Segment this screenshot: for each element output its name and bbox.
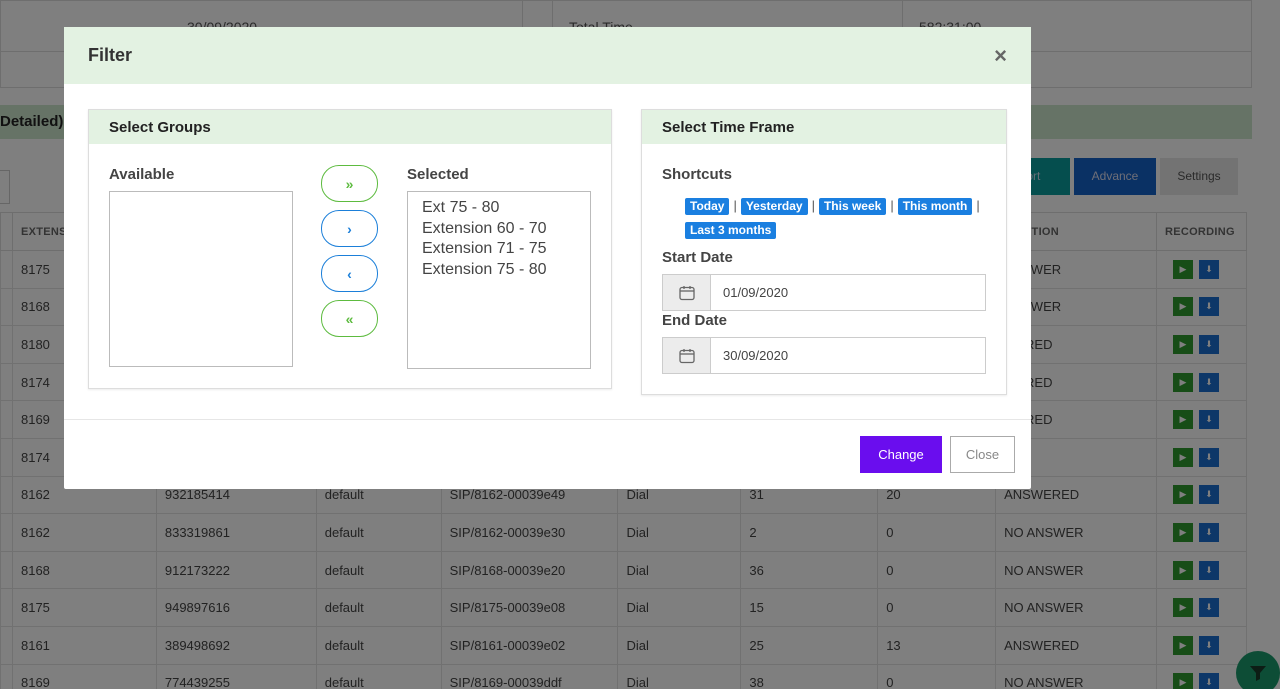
shortcut-yesterday[interactable]: Yesterday <box>740 198 808 215</box>
filter-modal: Filter × Select Groups Available » › ‹ «… <box>64 27 1031 489</box>
selected-label: Selected <box>407 166 469 183</box>
panel-title: Select Groups <box>89 110 611 144</box>
available-listbox[interactable] <box>109 191 293 367</box>
remove-selected-button[interactable]: ‹ <box>321 255 378 292</box>
select-groups-panel: Select Groups Available » › ‹ « Selected… <box>88 109 612 389</box>
available-label: Available <box>109 166 175 183</box>
shortcut-last-3-months[interactable]: Last 3 months <box>685 222 777 239</box>
end-date-label: End Date <box>662 312 728 329</box>
change-button[interactable]: Change <box>860 436 942 473</box>
start-date-field <box>662 274 986 311</box>
list-item[interactable]: Ext 75 - 80 <box>422 198 576 219</box>
calendar-icon[interactable] <box>663 275 711 310</box>
shortcut-list: Today | Yesterday | This week | This month | Las… <box>685 194 985 242</box>
chevron-right-icon: › <box>347 220 352 237</box>
double-chevron-left-icon: « <box>345 310 354 327</box>
shortcuts-label: Shortcuts <box>662 166 733 183</box>
start-date-input[interactable] <box>711 275 985 310</box>
list-item[interactable]: Extension 71 - 75 <box>422 239 576 260</box>
chevron-left-icon: ‹ <box>347 265 352 282</box>
selected-listbox[interactable]: Ext 75 - 80 Extension 60 - 70 Extension 71… <box>407 191 591 369</box>
list-item[interactable]: Extension 60 - 70 <box>422 219 576 240</box>
close-button[interactable]: Close <box>950 436 1015 473</box>
end-date-input[interactable] <box>711 338 985 373</box>
close-icon[interactable]: × <box>994 44 1007 67</box>
modal-header: Filter × <box>64 27 1031 84</box>
shortcut-this-month[interactable]: This month <box>897 198 973 215</box>
modal-footer: Change Close <box>64 419 1031 489</box>
select-time-frame-panel: Select Time Frame Shortcuts Today | Yester… <box>641 109 1007 395</box>
calendar-icon[interactable] <box>663 338 711 373</box>
shortcut-separator: | <box>733 198 737 213</box>
shortcut-today[interactable]: Today <box>685 198 730 215</box>
remove-all-button[interactable]: « <box>321 300 378 337</box>
add-selected-button[interactable]: › <box>321 210 378 247</box>
shortcut-separator: | <box>976 198 980 213</box>
double-chevron-right-icon: » <box>345 175 354 192</box>
panel-title: Select Time Frame <box>642 110 1006 144</box>
start-date-label: Start Date <box>662 249 733 266</box>
shortcut-this-week[interactable]: This week <box>818 198 887 215</box>
modal-title: Filter <box>88 45 133 65</box>
end-date-field <box>662 337 986 374</box>
shortcut-separator: | <box>811 198 815 213</box>
list-item[interactable]: Extension 75 - 80 <box>422 260 576 281</box>
add-all-button[interactable]: » <box>321 165 378 202</box>
shortcut-separator: | <box>890 198 894 213</box>
